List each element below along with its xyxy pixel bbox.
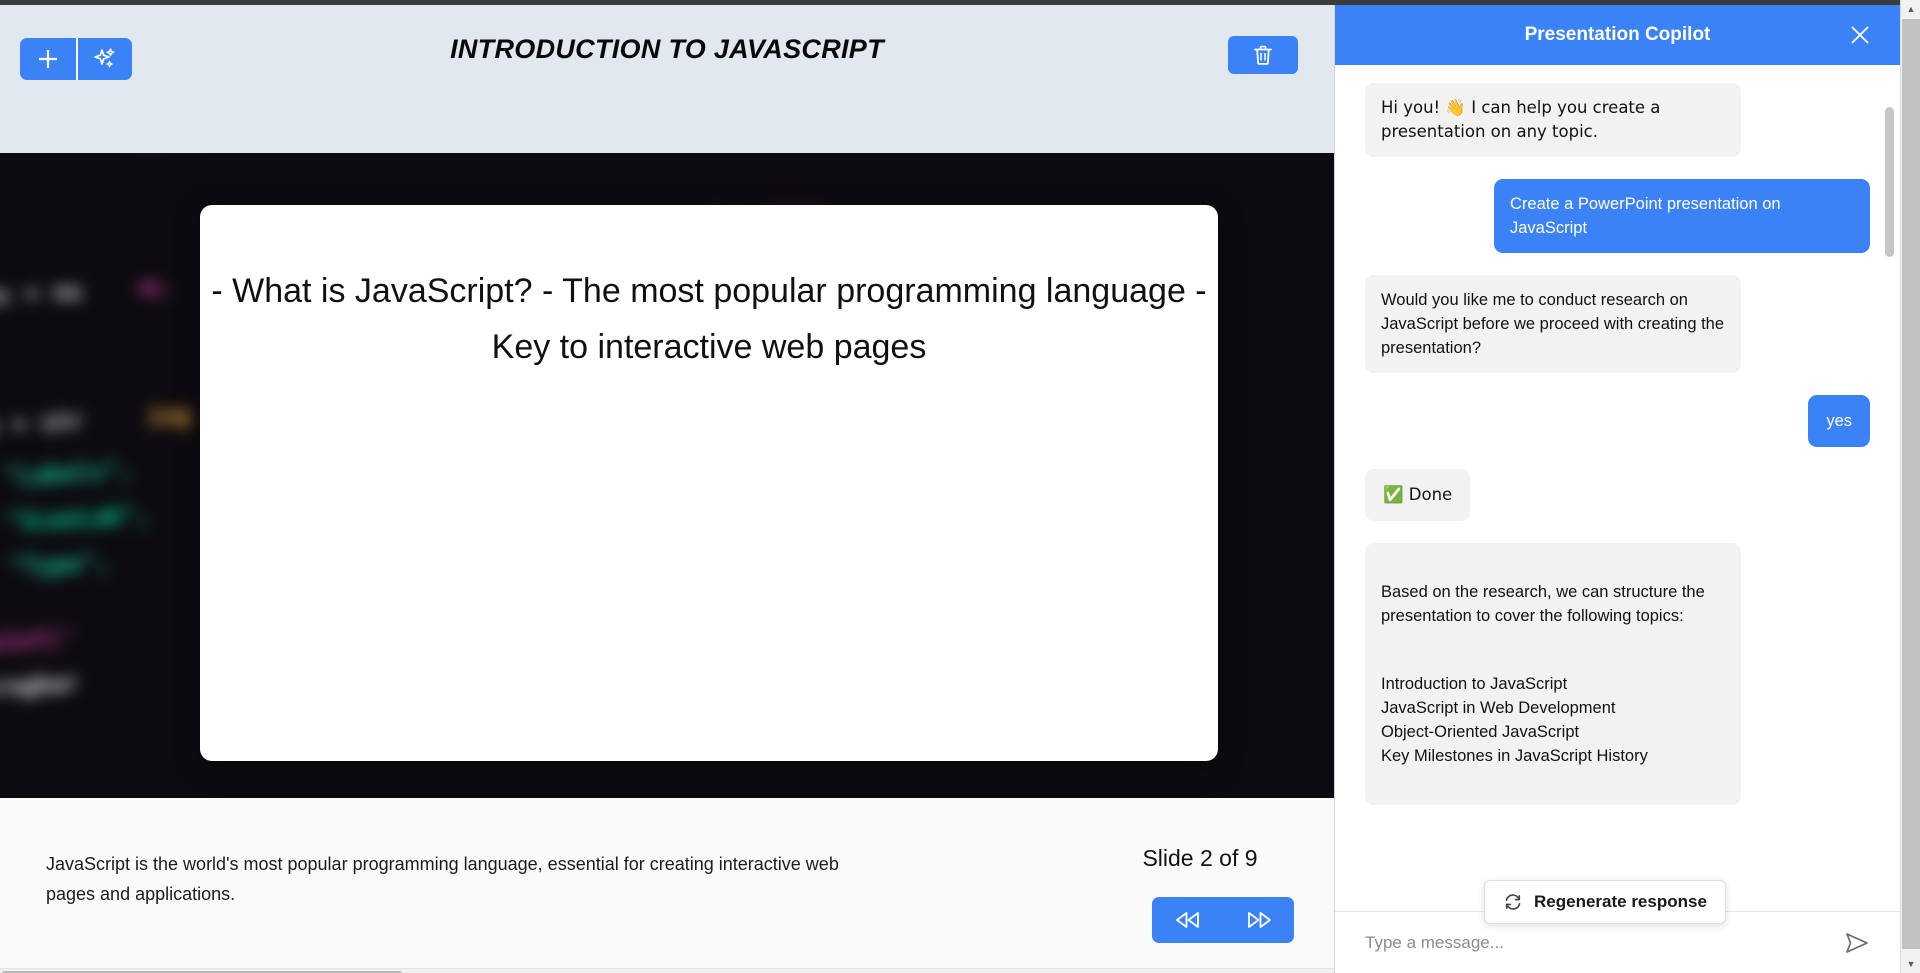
trash-icon: [1254, 45, 1272, 65]
delete-slide-button[interactable]: [1228, 36, 1298, 74]
chat-bubble: Create a PowerPoint presentation on Java…: [1494, 179, 1870, 253]
close-copilot-button[interactable]: [1842, 22, 1878, 48]
background-code-line: m;: [139, 273, 170, 303]
chat-message-status: ✅ Done: [1365, 469, 1870, 521]
chat-message-research-summary: Based on the research, we can structure …: [1365, 543, 1870, 805]
close-icon: [1851, 26, 1869, 44]
copilot-header: Presentation Copilot: [1335, 5, 1900, 65]
plus-icon: [39, 50, 57, 68]
slide-canvas[interactable]: - What is JavaScript? - The most popular…: [200, 205, 1218, 761]
ai-generate-button[interactable]: [76, 38, 132, 80]
add-slide-button[interactable]: [20, 38, 76, 80]
chat-scrollbar-thumb[interactable]: [1885, 107, 1894, 257]
message-input[interactable]: [1363, 931, 1838, 954]
refresh-icon: [1505, 894, 1521, 910]
slide-stage: mp(scanIdx);endsetTmp(x)nfGans = num;cca…: [0, 153, 1334, 798]
research-topic-list: Introduction to JavaScript JavaScript in…: [1381, 675, 1648, 765]
send-message-button[interactable]: [1838, 924, 1876, 962]
app-root: INTRODUCTION TO JAVASCRIPT mp(scanIdx);e…: [0, 0, 1920, 973]
copilot-title: Presentation Copilot: [1524, 24, 1711, 45]
background-code-line: progbar: [0, 670, 80, 703]
chat-bubble: Hi you! 👋 I can help you create a presen…: [1365, 83, 1741, 157]
background-code-line: ccans = str: [11, 408, 85, 440]
page-scrollbar[interactable]: ▲ ▼: [1900, 0, 1920, 973]
slide-bullets: - What is JavaScript? - The most popular…: [211, 272, 1207, 366]
slide-notes-text: JavaScript is the world's most popular p…: [46, 854, 839, 904]
next-slide-button[interactable]: [1236, 909, 1282, 931]
page-scrollbar-thumb[interactable]: [1902, 19, 1920, 949]
chat-message-user: yes: [1365, 395, 1870, 447]
presentation-copilot-panel: Presentation Copilot Hi you! 👋 I can hel…: [1334, 5, 1900, 973]
background-code-line: "Type",: [9, 549, 111, 582]
regenerate-response-label: Regenerate response: [1534, 892, 1707, 911]
chat-bubble: yes: [1808, 395, 1870, 447]
rewind-icon: [1175, 912, 1199, 928]
chat-message-assistant: Would you like me to conduct research on…: [1365, 275, 1870, 373]
previous-slide-button[interactable]: [1165, 909, 1211, 931]
background-code-line: "ScanLab",: [6, 501, 151, 537]
slide-notes-panel: JavaScript is the world's most popular p…: [0, 798, 1334, 973]
deck-title: INTRODUCTION TO JAVASCRIPT: [450, 34, 884, 64]
regenerate-response-button[interactable]: Regenerate response: [1484, 880, 1726, 924]
slide-nav-controls[interactable]: [1152, 897, 1294, 943]
slide-counter: Slide 2 of 9: [1142, 845, 1258, 871]
sparkle-icon: [94, 48, 115, 68]
slide-editor: INTRODUCTION TO JAVASCRIPT mp(scanIdx);e…: [0, 5, 1334, 973]
send-icon: [1846, 932, 1868, 953]
status-badge: ✅ Done: [1365, 469, 1471, 521]
toolbar-button-group: [20, 38, 132, 80]
background-code-line: nfGans = nu: [0, 278, 83, 315]
horizontal-scrollbar[interactable]: [0, 968, 1334, 973]
background-code-line: "Labels",: [4, 457, 135, 492]
editor-toolbar: INTRODUCTION TO JAVASCRIPT: [0, 5, 1334, 153]
background-code-line: ing: [146, 402, 192, 432]
chat-bubble: Based on the research, we can structure …: [1365, 543, 1741, 805]
research-summary-intro: Based on the research, we can structure …: [1381, 583, 1705, 625]
fast-forward-icon: [1247, 912, 1271, 928]
scroll-down-arrow[interactable]: ▼: [1901, 955, 1920, 973]
chat-scrollbar[interactable]: [1885, 71, 1894, 911]
chat-bubble: Would you like me to conduct research on…: [1365, 275, 1741, 373]
chat-message-user: Create a PowerPoint presentation on Java…: [1365, 179, 1870, 253]
scroll-up-arrow[interactable]: ▲: [1901, 0, 1920, 18]
chat-message-assistant: Hi you! 👋 I can help you create a presen…: [1365, 83, 1870, 157]
background-code-line: if exist(': [0, 624, 77, 658]
chat-message-list[interactable]: Hi you! 👋 I can help you create a presen…: [1335, 65, 1900, 911]
